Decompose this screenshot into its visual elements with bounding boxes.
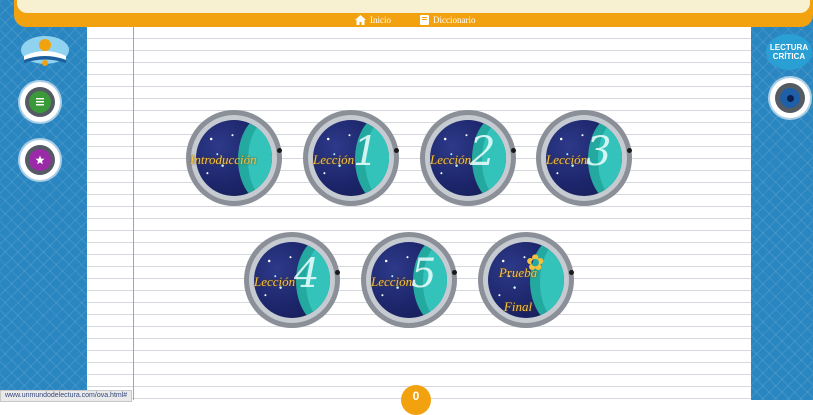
bottom-help-badge[interactable]: 0 [401,385,431,415]
activities-button-ring [20,140,60,180]
lesson-label: Prueba Final [498,265,538,314]
lesson-number: 4 [294,251,320,297]
nav-diccionario[interactable]: Diccionario [420,13,475,27]
lesson-1[interactable]: Lección 1 [303,110,399,206]
audio-dial-ring [770,78,810,118]
porthole-bolt [511,148,516,153]
lesson-number: 1 [353,129,379,175]
activities-button[interactable] [20,140,60,180]
list-button-ring [20,82,60,122]
nav-inicio[interactable]: Inicio [355,13,391,27]
porthole-bolt [335,270,340,275]
logo-line-2: CRÍTICA [772,52,806,61]
list-button-dial [25,87,55,117]
lesson-prueba-final[interactable]: ✿ Prueba Final [478,232,574,328]
book-world-logo-icon [21,36,69,66]
lesson-number: 5 [411,251,437,297]
list-button-core [29,91,51,113]
audio-dial-outer [775,83,805,113]
nav-diccionario-label: Diccionario [433,15,476,25]
audio-dial-button[interactable] [770,78,810,118]
porthole-bolt [452,270,457,275]
porthole-bolt [569,270,574,275]
notebook-paper [87,27,751,400]
book-icon [420,15,429,25]
nav-inicio-label: Inicio [370,15,391,25]
porthole-bolt [627,148,632,153]
porthole-bolt [277,148,282,153]
lectura-critica-logo[interactable]: LECTURA CRÍTICA [766,34,812,70]
logo-line-1: LECTURA [769,43,809,52]
lesson-label: Lección [371,274,413,289]
porthole-bolt [394,148,399,153]
activities-button-core [29,149,51,171]
activities-button-dial [25,145,55,175]
status-bar-url: www.unmundodelectura.com/ova.html# [0,390,133,402]
home-icon [355,15,366,25]
lesson-5[interactable]: Lección 5 [361,232,457,328]
lesson-4[interactable]: Lección 4 [244,232,340,328]
lesson-label: Lección [254,274,296,289]
lesson-3[interactable]: Lección 3 [536,110,632,206]
list-button[interactable] [20,82,60,122]
audio-dial-core [780,88,800,108]
lesson-label: Lección [313,152,355,167]
star-icon [35,155,45,165]
lesson-label: Lección [430,152,472,167]
lesson-2[interactable]: Lección 2 [420,110,516,206]
lesson-number: 2 [470,129,496,175]
site-logo[interactable] [18,32,72,68]
lesson-introduccion[interactable]: Introducción [186,110,282,206]
list-icon [36,98,44,106]
top-bar-band [17,0,810,13]
lesson-number: 3 [586,129,612,175]
lesson-label: Lección [546,152,588,167]
lesson-label: Introducción [190,152,257,167]
dial-center-icon [786,94,794,102]
paper-margin-line [133,27,134,400]
